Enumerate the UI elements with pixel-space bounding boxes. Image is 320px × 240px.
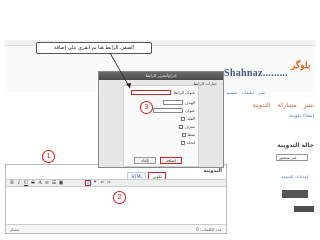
underline-icon[interactable]: U xyxy=(23,180,29,186)
class-checkbox[interactable] xyxy=(181,116,186,121)
editor-label: التدوينة xyxy=(203,168,222,174)
class-row: الفئة xyxy=(181,116,195,121)
dir-checkbox[interactable] xyxy=(180,140,185,145)
editor-statusbar: مسار: عدد الكلمات: 0 xyxy=(6,224,226,233)
post-status-select[interactable]: غير منشور xyxy=(276,154,308,161)
title-row: عنوان xyxy=(153,108,195,113)
new-post-link[interactable]: إنشاء تدوينة xyxy=(289,113,314,119)
title-input[interactable] xyxy=(153,108,184,113)
dialog-form: عنوان الرابط الهدف عنوان الفئة معرف نمط … xyxy=(123,85,199,167)
dialog-title[interactable]: إدراج/تحرير الرابط xyxy=(99,72,223,80)
italic-icon[interactable]: I xyxy=(16,180,22,186)
post-tabs: نشر مشاركة التدوينة xyxy=(247,102,314,109)
style-row: نمط xyxy=(181,132,195,137)
target-select[interactable] xyxy=(162,100,183,105)
blogger-logo[interactable]: بلوگر xyxy=(291,60,310,74)
image-icon[interactable]: ▣ xyxy=(58,180,64,186)
id-label: معرف xyxy=(184,124,195,129)
quote-icon[interactable]: ❝ xyxy=(92,180,98,186)
tab-publish[interactable]: نشر xyxy=(304,102,314,109)
target-row: الهدف xyxy=(162,100,195,105)
url-label: عنوان الرابط xyxy=(173,90,195,95)
post-status-panel: حالة التدوينة غير منشور إعدادات التدوينة xyxy=(228,140,314,202)
sidebar-button[interactable] xyxy=(294,206,314,212)
status-path: مسار: xyxy=(10,226,21,232)
tab-post[interactable]: التدوينة xyxy=(252,102,270,109)
font-icon[interactable]: A xyxy=(37,180,43,186)
strike-icon[interactable]: S xyxy=(30,180,36,186)
step-marker-1: 1 xyxy=(42,150,55,163)
class-label: الفئة xyxy=(187,116,195,121)
style-label: نمط xyxy=(187,132,195,137)
nav-item-design[interactable]: تصميم xyxy=(227,90,238,95)
list-icon[interactable]: ☰ xyxy=(51,180,57,186)
redo-icon[interactable]: ↷ xyxy=(106,180,112,186)
instruction-callout: الصقي الرابط هنا ثم انقري على إضافة xyxy=(36,42,152,54)
step-marker-2: 2 xyxy=(113,191,126,204)
post-subnav: إنشاء تدوينة xyxy=(289,113,314,119)
style-checkbox[interactable] xyxy=(181,132,186,137)
dialog-buttons: إلغاء إضافة xyxy=(134,157,182,164)
target-label: الهدف xyxy=(184,100,195,105)
bold-icon[interactable]: B xyxy=(9,180,15,186)
link-dialog: إدراج/تحرير الرابط خيارات الرابط عنوان ا… xyxy=(98,71,224,168)
publish-area xyxy=(282,190,308,198)
editor-toolbar: B I U S A ≡ ☰ ▣ ⛓ ❝ ↶ ↷ xyxy=(6,179,226,187)
post-settings-link[interactable]: إعدادات التدوينة xyxy=(281,174,308,179)
id-checkbox[interactable] xyxy=(178,124,183,129)
cancel-button[interactable]: إلغاء xyxy=(134,157,156,164)
url-input[interactable] xyxy=(131,90,172,95)
insert-button[interactable]: إضافة xyxy=(160,157,182,164)
align-icon[interactable]: ≡ xyxy=(44,180,50,186)
tab-share[interactable]: مشاركة xyxy=(277,102,296,109)
nav-item-publish[interactable]: نشر xyxy=(258,90,265,95)
step-marker-3: 3 xyxy=(140,101,153,114)
dir-row: اتجاه xyxy=(180,140,195,145)
link-icon[interactable]: ⛓ xyxy=(85,180,92,187)
url-row: عنوان الرابط xyxy=(131,90,195,95)
undo-icon[interactable]: ↶ xyxy=(99,180,105,186)
dir-label: اتجاه xyxy=(186,140,195,145)
post-status-title: حالة التدوينة xyxy=(277,142,314,149)
id-row: معرف xyxy=(178,124,195,129)
nav-item-comments[interactable]: تعليقات xyxy=(242,90,255,95)
title-label: عنوان xyxy=(185,108,195,113)
status-wordcount: عدد الكلمات: 0 xyxy=(196,226,222,232)
